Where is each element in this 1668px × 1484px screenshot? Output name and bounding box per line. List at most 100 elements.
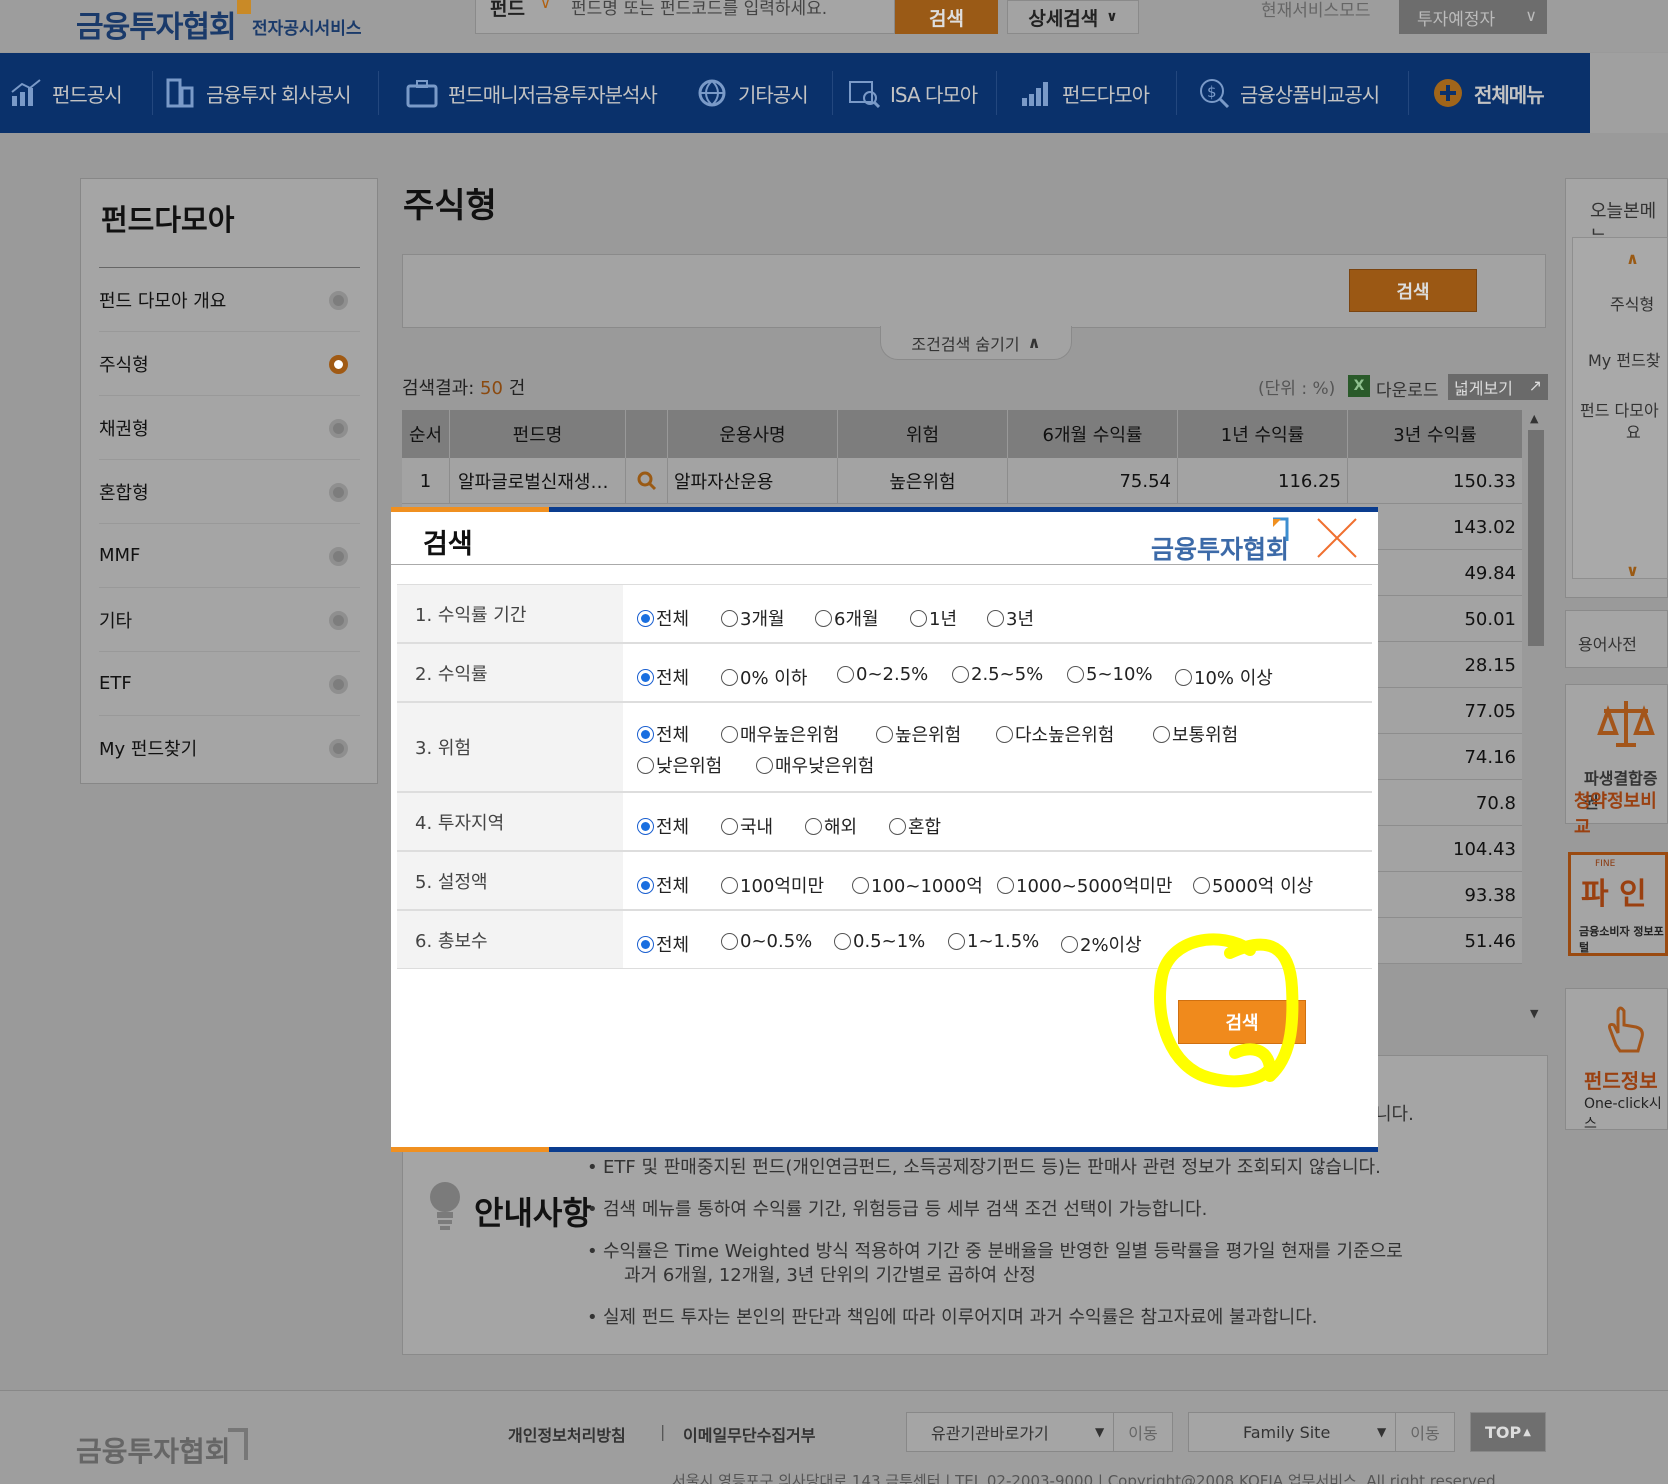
- radio-1y[interactable]: 1년: [910, 605, 957, 631]
- radio-0-0.5[interactable]: 0~0.5%: [721, 931, 812, 952]
- radio-all[interactable]: 전체: [637, 931, 689, 957]
- download-button[interactable]: 다운로드: [1376, 376, 1439, 401]
- family-site-select[interactable]: Family Site ▼: [1188, 1412, 1396, 1452]
- condition-search-button[interactable]: 검색: [1349, 269, 1477, 312]
- sidebar-item-mmf[interactable]: MMF: [99, 524, 360, 588]
- radio-low-risk[interactable]: 낮은위험: [637, 752, 722, 778]
- sidebar-item-bond[interactable]: 채권형: [99, 396, 360, 460]
- filter-options: 전체 0% 이하 0~2.5% 2.5~5% 5~10% 10% 이상: [623, 644, 1372, 701]
- nav-company-disclosure[interactable]: 금융투자 회사공시: [164, 53, 352, 133]
- scroll-thumb[interactable]: [1528, 430, 1544, 646]
- nav-fund-disclosure[interactable]: 펀드공시: [10, 53, 123, 133]
- radio-all[interactable]: 전체: [637, 872, 689, 898]
- hide-condition-toggle[interactable]: 조건검색 숨기기 ∧: [880, 326, 1072, 360]
- recent-menu-item[interactable]: My 펀드찾: [1588, 347, 1661, 371]
- nav-all-menu[interactable]: 전체메뉴: [1432, 53, 1545, 133]
- dictionary-button[interactable]: 용어사전: [1565, 610, 1668, 668]
- sidebar-item-equity[interactable]: 주식형: [99, 332, 360, 396]
- close-icon[interactable]: [1316, 517, 1358, 559]
- radio-high-risk[interactable]: 높은위험: [876, 721, 961, 747]
- cell-1y: 116.25: [1178, 458, 1348, 504]
- sidebar-item-etf[interactable]: ETF: [99, 652, 360, 716]
- col-header-3y[interactable]: 3년 수익률: [1348, 410, 1522, 458]
- radio-0.5-1[interactable]: 0.5~1%: [834, 931, 925, 952]
- col-header-6m[interactable]: 6개월 수익률: [1008, 410, 1178, 458]
- scroll-down-icon[interactable]: ▼: [1530, 1007, 1538, 1020]
- excel-icon[interactable]: X: [1348, 375, 1370, 397]
- radio-very-high-risk[interactable]: 매우높은위험: [721, 721, 839, 747]
- radio-all[interactable]: 전체: [637, 664, 689, 690]
- nav-divider: [378, 71, 379, 115]
- radio-icon: [721, 933, 738, 950]
- nav-manager-analyst[interactable]: 펀드매니저금융투자분석사: [406, 53, 658, 133]
- top-button[interactable]: TOP ▲: [1470, 1412, 1546, 1452]
- radio-icon: [837, 666, 854, 683]
- chevron-up-icon[interactable]: ∧: [1626, 249, 1639, 268]
- related-site-select[interactable]: 유관기관바로가기 ▼: [906, 1412, 1114, 1452]
- chevron-down-icon[interactable]: ∨: [540, 0, 551, 12]
- radio-icon: [876, 725, 893, 743]
- nav-divider: [996, 71, 997, 115]
- nav-other-disclosure[interactable]: 기타공시: [696, 53, 809, 133]
- sidebar-item-my-fund[interactable]: My 펀드찾기: [99, 716, 360, 780]
- radio-overseas[interactable]: 해외: [805, 813, 857, 839]
- radio-above-10[interactable]: 10% 이상: [1175, 664, 1273, 690]
- radio-5-10[interactable]: 5~10%: [1067, 664, 1153, 685]
- option-label: 높은위험: [895, 725, 962, 746]
- radio-above-5000[interactable]: 5000억 이상: [1193, 872, 1313, 898]
- no-email-link[interactable]: 이메일무단수집거부: [683, 1422, 815, 1446]
- family-site-go-button[interactable]: 이동: [1395, 1412, 1455, 1452]
- radio-somewhat-high-risk[interactable]: 다소높은위험: [996, 721, 1114, 747]
- fund-info-banner[interactable]: 펀드정보 One-click시스: [1565, 988, 1668, 1132]
- sidebar-item-overview[interactable]: 펀드 다모아 개요: [99, 268, 360, 332]
- search-input[interactable]: 펀드명 또는 펀드코드를 입력하세요.: [571, 0, 827, 19]
- radio-below-0[interactable]: 0% 이하: [721, 664, 807, 690]
- radio-3m[interactable]: 3개월: [721, 605, 785, 631]
- magnifier-icon[interactable]: [626, 458, 668, 504]
- site-logo[interactable]: 금융투자협회: [76, 2, 237, 46]
- radio-100-1000[interactable]: 100~1000억: [852, 872, 983, 898]
- wide-view-button[interactable]: 넓게보기 ↗: [1448, 374, 1548, 400]
- derivative-banner[interactable]: 파생결합증권 청약정보비교: [1565, 684, 1668, 838]
- sidebar-item-other[interactable]: 기타: [99, 588, 360, 652]
- nav-divider: [1408, 71, 1409, 115]
- banner-text: FINE: [1595, 859, 1616, 869]
- radio-0-2.5[interactable]: 0~2.5%: [837, 664, 928, 685]
- radio-mixed[interactable]: 혼합: [889, 813, 941, 839]
- radio-3y[interactable]: 3년: [987, 605, 1034, 631]
- recent-menu-item[interactable]: 주식형: [1610, 291, 1654, 315]
- recent-menu-item[interactable]: 펀드 다모아: [1580, 397, 1659, 421]
- table-row[interactable]: 1 알파글로벌신재생… 알파자산운용 높은위험 75.54 116.25 150…: [402, 458, 1522, 504]
- privacy-policy-link[interactable]: 개인정보처리방침: [508, 1422, 626, 1446]
- header-search-button[interactable]: 검색: [895, 0, 998, 34]
- radio-all[interactable]: 전체: [637, 721, 689, 747]
- radio-6m[interactable]: 6개월: [815, 605, 879, 631]
- investor-type-select[interactable]: 투자예정자 ∨: [1399, 0, 1547, 34]
- search-category-select[interactable]: 펀드: [490, 0, 525, 21]
- radio-1000-5000[interactable]: 1000~5000억미만: [997, 872, 1172, 898]
- detail-search-button[interactable]: 상세검색 ∨: [1007, 0, 1139, 34]
- fine-banner[interactable]: FINE 파 인 금융소비자 정보포털: [1568, 852, 1668, 956]
- radio-very-low-risk[interactable]: 매우낮은위험: [756, 752, 874, 778]
- radio-1-1.5[interactable]: 1~1.5%: [948, 931, 1039, 952]
- radio-above-2[interactable]: 2%이상: [1061, 931, 1142, 957]
- radio-under-100[interactable]: 100억미만: [721, 872, 824, 898]
- sidebar-item-mixed[interactable]: 혼합형: [99, 460, 360, 524]
- radio-normal-risk[interactable]: 보통위험: [1153, 721, 1238, 747]
- cell-fund-name[interactable]: 알파글로벌신재생…: [450, 458, 626, 504]
- radio-all[interactable]: 전체: [637, 605, 689, 631]
- nav-product-compare[interactable]: $ 금융상품비교공시: [1198, 53, 1380, 133]
- radio-icon: [637, 756, 654, 774]
- nav-isa[interactable]: ISA 다모아: [848, 53, 978, 133]
- modal-search-button[interactable]: 검색: [1178, 1000, 1306, 1044]
- scroll-up-icon[interactable]: ▲: [1530, 412, 1538, 425]
- related-site-go-button[interactable]: 이동: [1113, 1412, 1173, 1452]
- col-header-1y[interactable]: 1년 수익률: [1178, 410, 1348, 458]
- nav-fund-damoa[interactable]: 펀드다모아: [1020, 53, 1150, 133]
- radio-all[interactable]: 전체: [637, 813, 689, 839]
- radio-2.5-5[interactable]: 2.5~5%: [952, 664, 1043, 685]
- radio-domestic[interactable]: 국내: [721, 813, 773, 839]
- chevron-down-icon[interactable]: ∨: [1626, 561, 1639, 580]
- option-label: 1년: [929, 609, 958, 630]
- active-bullet-icon: [329, 355, 348, 374]
